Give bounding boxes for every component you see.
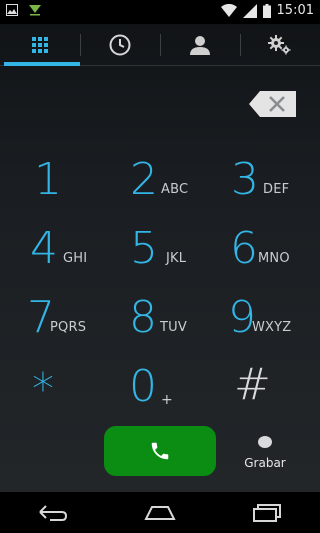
key-8[interactable]: 8 TUV bbox=[110, 289, 210, 359]
backspace-icon bbox=[249, 91, 296, 117]
back-icon[interactable] bbox=[38, 504, 68, 522]
key-digit: 1 bbox=[34, 154, 62, 205]
key-4[interactable]: 4 GHI bbox=[10, 220, 110, 290]
key-letters: TUV bbox=[160, 320, 187, 335]
home-icon[interactable] bbox=[144, 505, 176, 521]
key-letters: DEF bbox=[263, 182, 290, 197]
key-3[interactable]: 3 DEF bbox=[210, 151, 310, 221]
signal-icon bbox=[242, 3, 257, 18]
key-9[interactable]: 9 WXYZ bbox=[210, 289, 310, 359]
dialpad-icon bbox=[32, 36, 48, 53]
key-letters: GHI bbox=[63, 251, 88, 266]
key-letters: ABC bbox=[161, 182, 189, 197]
key-2[interactable]: 2 ABC bbox=[110, 151, 210, 221]
key-digit: * bbox=[32, 364, 54, 415]
tab-recent[interactable] bbox=[80, 24, 160, 65]
status-time: 15:01 bbox=[276, 3, 314, 18]
key-letters: + bbox=[161, 392, 173, 408]
key-letters: JKL bbox=[166, 251, 187, 266]
delete-button[interactable] bbox=[248, 90, 298, 118]
key-letters: WXYZ bbox=[252, 320, 292, 335]
image-icon bbox=[6, 4, 18, 16]
key-digit: 5 bbox=[130, 223, 158, 274]
dialer-screen: 1 2 ABC 3 DEF 4 GHI 5 JKL 6 MNO 7 PQRS 8 bbox=[0, 24, 320, 492]
key-star[interactable]: * bbox=[10, 358, 110, 428]
record-button[interactable]: Grabar bbox=[240, 436, 290, 470]
key-digit: 2 bbox=[130, 154, 158, 205]
tab-dialpad[interactable] bbox=[0, 24, 80, 66]
gear-icon bbox=[268, 34, 291, 54]
key-digit: 4 bbox=[30, 223, 58, 274]
key-5[interactable]: 5 JKL bbox=[110, 220, 210, 290]
phone-icon bbox=[151, 442, 169, 460]
key-7[interactable]: 7 PQRS bbox=[10, 289, 110, 359]
key-digit: 3 bbox=[231, 154, 259, 205]
key-digit: # bbox=[234, 359, 271, 410]
call-button[interactable] bbox=[104, 426, 216, 476]
key-letters: MNO bbox=[258, 251, 290, 266]
record-label: Grabar bbox=[244, 456, 286, 470]
key-digit: 8 bbox=[129, 292, 157, 343]
recent-apps-icon[interactable] bbox=[252, 503, 282, 522]
navigation-bar bbox=[0, 492, 320, 533]
tab-settings[interactable] bbox=[240, 24, 320, 65]
record-dot-icon bbox=[258, 436, 272, 448]
key-1[interactable]: 1 bbox=[10, 151, 110, 221]
key-digit: 0 bbox=[129, 361, 157, 412]
status-bar: 15:01 bbox=[0, 0, 320, 24]
key-0[interactable]: 0 + bbox=[110, 358, 210, 428]
clock-icon bbox=[109, 34, 131, 55]
person-icon bbox=[190, 35, 210, 55]
wifi-icon bbox=[220, 3, 237, 17]
battery-icon bbox=[262, 3, 271, 18]
key-6[interactable]: 6 MNO bbox=[210, 220, 310, 290]
tab-bar bbox=[0, 24, 320, 66]
key-hash[interactable]: # bbox=[210, 358, 310, 428]
key-letters: PQRS bbox=[50, 320, 87, 335]
tab-contacts[interactable] bbox=[160, 24, 240, 65]
key-digit: 6 bbox=[230, 223, 258, 274]
download-arrow-icon bbox=[29, 5, 41, 16]
